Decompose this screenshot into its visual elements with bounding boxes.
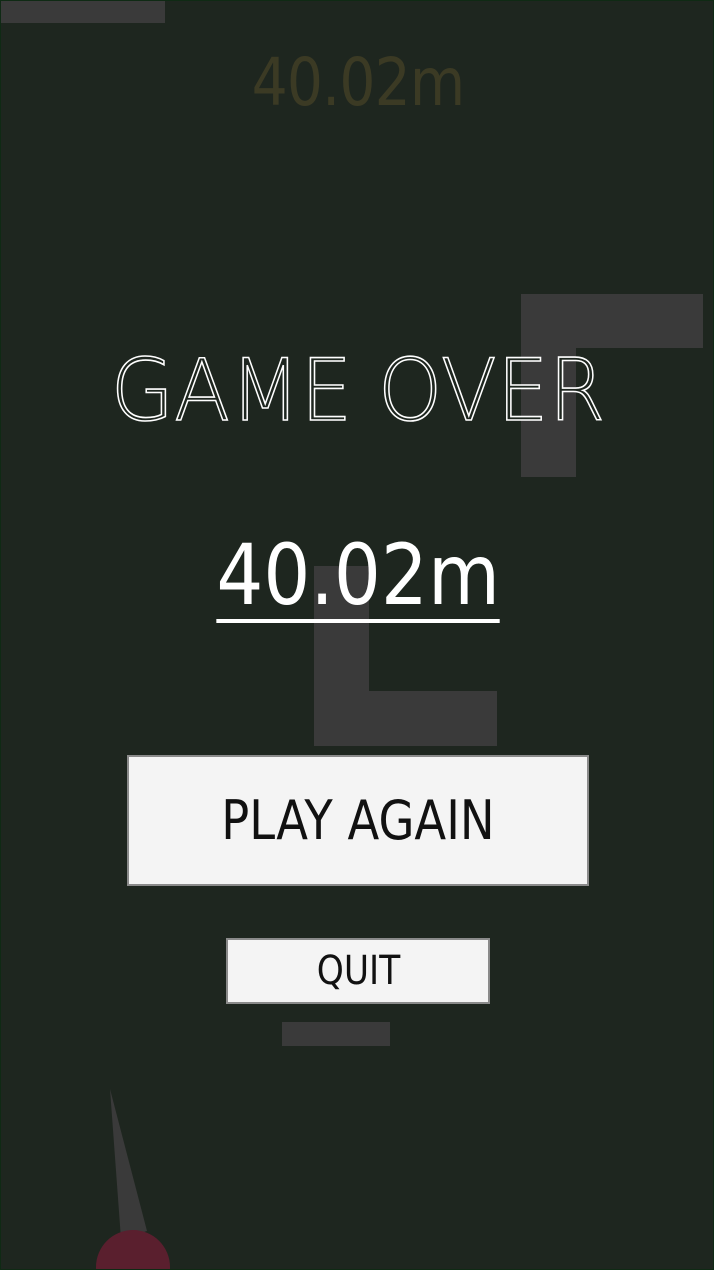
game-canvas: 40.02m GAME OVER 40.02m PLAY AGAIN QUIT — [0, 0, 714, 1270]
obstacle-small-bar — [282, 1022, 390, 1046]
quit-button[interactable]: QUIT — [226, 938, 490, 1004]
play-again-button[interactable]: PLAY AGAIN — [127, 755, 589, 886]
final-distance-value: 40.02m — [216, 526, 500, 624]
player-ship — [96, 1089, 170, 1269]
hud-distance-counter: 40.02m — [251, 44, 465, 121]
player-ball — [96, 1230, 170, 1269]
quit-label: QUIT — [316, 948, 400, 994]
play-again-label: PLAY AGAIN — [221, 789, 495, 852]
obstacle-l-shape-horizontal — [314, 691, 497, 746]
final-distance: 40.02m — [1, 526, 713, 647]
game-over-title: GAME OVER — [110, 340, 606, 442]
player-trail — [110, 1089, 147, 1239]
obstacle-top-left-bar — [1, 1, 165, 23]
